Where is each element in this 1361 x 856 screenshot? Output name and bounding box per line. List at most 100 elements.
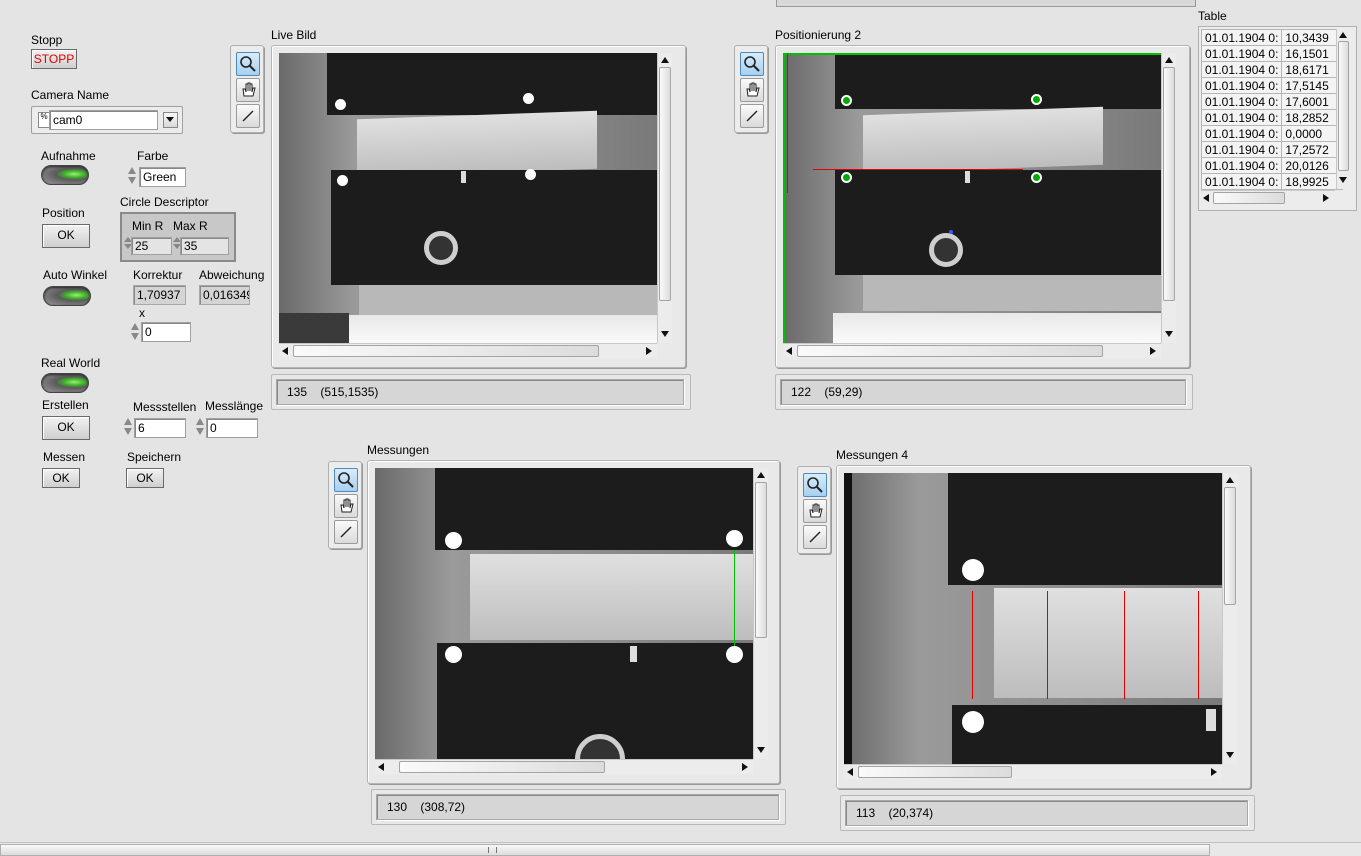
table-row[interactable]: 01.01.1904 0: 10,3439 <box>1200 29 1344 46</box>
messlaenge-spinner[interactable] <box>195 416 205 438</box>
table-cell-timestamp[interactable]: 01.01.1904 0: <box>1200 157 1283 174</box>
zoom-icon[interactable] <box>334 468 358 492</box>
scroll-right-icon[interactable] <box>1323 194 1329 202</box>
table-row[interactable]: 01.01.1904 0: 18,2852 <box>1200 109 1344 126</box>
positionierung-hscroll[interactable] <box>783 343 1161 358</box>
scroll-right-icon[interactable] <box>742 763 748 771</box>
table-cell-timestamp[interactable]: 01.01.1904 0: <box>1200 141 1283 158</box>
messungen4-image[interactable] <box>844 473 1222 764</box>
table-cell-value[interactable]: 17,5145 <box>1281 77 1344 94</box>
table-hscroll[interactable] <box>1201 190 1335 205</box>
table-cell-value[interactable]: 18,2852 <box>1281 109 1344 126</box>
table-row[interactable]: 01.01.1904 0: 17,2572 <box>1200 141 1344 158</box>
scroll-up-icon[interactable] <box>1165 57 1173 63</box>
messungen-hscroll-thumb[interactable] <box>399 761 605 773</box>
zoom-icon[interactable] <box>236 52 260 76</box>
erstellen-ok-button[interactable]: OK <box>42 416 90 440</box>
positionierung-hscroll-thumb[interactable] <box>797 345 1103 357</box>
table-cell-timestamp[interactable]: 01.01.1904 0: <box>1200 61 1283 78</box>
max-r-field[interactable]: 35 <box>180 237 229 255</box>
table-hscroll-thumb[interactable] <box>1213 192 1285 204</box>
pan-hand-icon[interactable] <box>740 78 764 102</box>
table-cell-value[interactable]: 10,3439 <box>1281 29 1344 46</box>
table-vscroll[interactable] <box>1336 29 1350 189</box>
scroll-down-icon[interactable] <box>1165 331 1173 337</box>
positionierung-vscroll-thumb[interactable] <box>1163 67 1175 301</box>
scroll-right-icon[interactable] <box>1211 768 1217 776</box>
live-bild-image[interactable] <box>279 53 657 343</box>
table-row[interactable]: 01.01.1904 0: 18,9925 <box>1200 173 1344 190</box>
scroll-down-icon[interactable] <box>757 747 765 753</box>
speichern-ok-button[interactable]: OK <box>126 468 164 488</box>
messungen-vscroll-thumb[interactable] <box>755 482 767 638</box>
table-cell-value[interactable]: 20,0126 <box>1281 157 1344 174</box>
messstellen-field[interactable]: 6 <box>134 418 186 438</box>
messungen-image[interactable] <box>375 468 753 759</box>
positionierung-image[interactable] <box>783 53 1161 343</box>
scroll-left-icon[interactable] <box>378 763 384 771</box>
x-field[interactable]: 0 <box>141 322 191 342</box>
scroll-up-icon[interactable] <box>661 57 669 63</box>
table-cell-value[interactable]: 18,9925 <box>1281 173 1344 190</box>
farbe-field[interactable]: Green <box>139 167 186 187</box>
messungen-hscroll[interactable] <box>375 759 753 774</box>
table-cell-timestamp[interactable]: 01.01.1904 0: <box>1200 93 1283 110</box>
messungen4-hscroll-thumb[interactable] <box>858 766 1012 778</box>
stopp-button[interactable]: STOPP <box>31 49 77 69</box>
messen-ok-button[interactable]: OK <box>42 468 80 488</box>
farbe-spinner[interactable] <box>127 165 137 187</box>
pan-hand-icon[interactable] <box>236 78 260 102</box>
table-row[interactable]: 01.01.1904 0: 18,6171 <box>1200 61 1344 78</box>
table-row[interactable]: 01.01.1904 0: 17,6001 <box>1200 93 1344 110</box>
table-row[interactable]: 01.01.1904 0: 20,0126 <box>1200 157 1344 174</box>
pan-hand-icon[interactable] <box>334 494 358 518</box>
table-cell-timestamp[interactable]: 01.01.1904 0: <box>1200 77 1283 94</box>
table-cell-value[interactable]: 18,6171 <box>1281 61 1344 78</box>
live-bild-hscroll[interactable] <box>279 343 657 358</box>
scroll-up-icon[interactable] <box>1339 32 1347 38</box>
table-cell-timestamp[interactable]: 01.01.1904 0: <box>1200 29 1283 46</box>
zoom-icon[interactable] <box>740 52 764 76</box>
camera-dropdown-button[interactable] <box>163 112 178 128</box>
positionierung-vscroll[interactable] <box>1161 53 1176 343</box>
line-tool-icon[interactable] <box>803 525 827 549</box>
table-body[interactable]: 01.01.1904 0: 10,3439 01.01.1904 0: 16,1501… <box>1200 29 1344 190</box>
window-hscroll[interactable] <box>0 842 1361 856</box>
messungen4-hscroll[interactable] <box>844 764 1222 779</box>
table-row[interactable]: 01.01.1904 0: 0,0000 <box>1200 125 1344 142</box>
scroll-right-icon[interactable] <box>646 347 652 355</box>
pan-hand-icon[interactable] <box>803 499 827 523</box>
messungen4-vscroll[interactable] <box>1222 473 1237 764</box>
auto-winkel-led-toggle[interactable] <box>43 286 91 306</box>
table-cell-timestamp[interactable]: 01.01.1904 0: <box>1200 173 1283 190</box>
scroll-right-icon[interactable] <box>1150 347 1156 355</box>
table-cell-value[interactable]: 17,2572 <box>1281 141 1344 158</box>
messungen-vscroll[interactable] <box>753 468 768 759</box>
table-cell-value[interactable]: 17,6001 <box>1281 93 1344 110</box>
scroll-left-icon[interactable] <box>282 347 288 355</box>
messungen4-vscroll-thumb[interactable] <box>1224 487 1236 605</box>
table-vscroll-thumb[interactable] <box>1338 41 1349 171</box>
zoom-icon[interactable] <box>803 473 827 497</box>
scroll-down-icon[interactable] <box>1226 752 1234 758</box>
real-world-led-toggle[interactable] <box>41 373 89 393</box>
aufnahme-led-toggle[interactable] <box>41 165 89 185</box>
min-r-field[interactable]: 25 <box>131 237 172 255</box>
camera-name-field[interactable]: cam0 <box>49 110 158 130</box>
table-cell-timestamp[interactable]: 01.01.1904 0: <box>1200 45 1283 62</box>
table-row[interactable]: 01.01.1904 0: 17,5145 <box>1200 77 1344 94</box>
table-cell-value[interactable]: 16,1501 <box>1281 45 1344 62</box>
table-cell-value[interactable]: 0,0000 <box>1281 125 1344 142</box>
table-row[interactable]: 01.01.1904 0: 16,1501 <box>1200 45 1344 62</box>
live-bild-vscroll[interactable] <box>657 53 672 343</box>
window-hscroll-thumb[interactable] <box>0 844 1210 856</box>
x-spinner[interactable] <box>130 321 140 343</box>
scroll-left-icon[interactable] <box>1203 194 1209 202</box>
messstellen-spinner[interactable] <box>123 416 133 438</box>
scroll-left-icon[interactable] <box>847 768 853 776</box>
scroll-down-icon[interactable] <box>661 331 669 337</box>
line-tool-icon[interactable] <box>236 104 260 128</box>
live-bild-hscroll-thumb[interactable] <box>293 345 599 357</box>
table-cell-timestamp[interactable]: 01.01.1904 0: <box>1200 125 1283 142</box>
scroll-left-icon[interactable] <box>786 347 792 355</box>
